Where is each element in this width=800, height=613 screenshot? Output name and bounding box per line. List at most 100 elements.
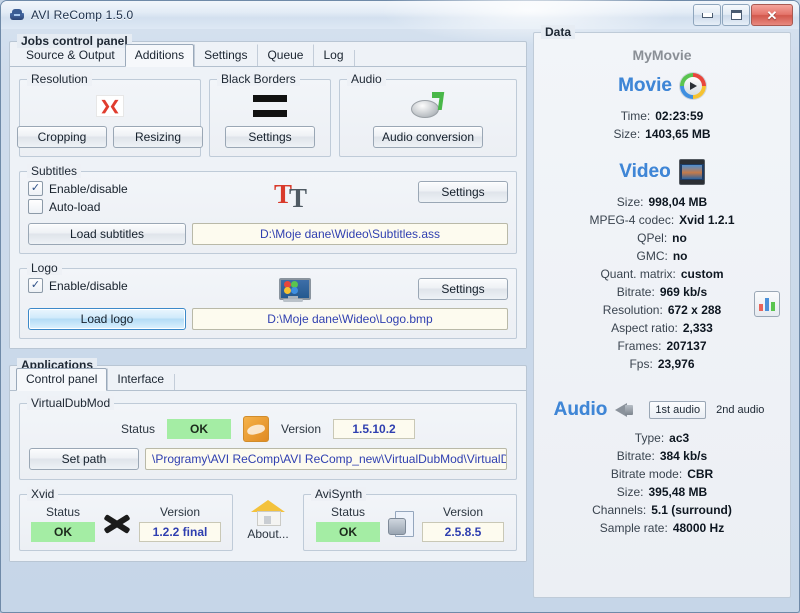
home-icon	[251, 498, 285, 526]
black-bars-icon	[253, 95, 287, 117]
minimize-icon	[702, 13, 713, 18]
logo-group: Logo ✓ Enable/disable	[19, 268, 517, 339]
about-button[interactable]: About...	[233, 494, 303, 541]
checkbox-box: ✓	[28, 181, 43, 196]
logo-settings-button[interactable]: Settings	[418, 278, 508, 300]
subtitles-icon-slot: TT	[178, 181, 408, 211]
video-frames-value: 207137	[666, 337, 706, 355]
checkbox-box: ✓	[28, 278, 43, 293]
audio-icon-slot	[340, 86, 516, 126]
about-label: About...	[247, 527, 288, 541]
subtitles-legend: Subtitles	[27, 164, 81, 178]
virtualdubmod-status-label: Status	[121, 422, 155, 436]
logo-checkboxes: ✓ Enable/disable	[28, 278, 178, 296]
movie-time-value: 02:23:59	[655, 107, 703, 125]
subtitles-group: Subtitles ✓ Enable/disable Auto-load	[19, 171, 517, 254]
audio-size-value: 395,48 MB	[648, 483, 707, 501]
subtitles-path-field[interactable]: D:\Moje dane\Wideo\Subtitles.ass	[192, 223, 508, 245]
movie-row-size: Size: 1403,65 MB	[542, 125, 782, 143]
avirecomp-icon	[9, 7, 25, 23]
tab-queue[interactable]: Queue	[257, 44, 313, 66]
jobs-tab-bar: Source & Output Additions Settings Queue…	[10, 42, 526, 66]
virtualdubmod-legend: VirtualDubMod	[27, 396, 114, 410]
applications-tab-bar: Control panel Interface	[10, 366, 526, 390]
applications-panel: Applications Control panel Interface Vir…	[9, 365, 527, 562]
jobs-control-panel: Jobs control panel Source & Output Addit…	[9, 41, 527, 349]
video-aspect-value: 2,333	[683, 319, 713, 337]
application-window: AVI ReComp 1.5.0 ✕ Jobs control panel So…	[0, 0, 800, 613]
logo-legend: Logo	[27, 261, 62, 275]
black-borders-icon-slot	[210, 86, 330, 126]
maximize-button[interactable]	[722, 4, 750, 26]
movie-size-value: 1403,65 MB	[645, 125, 710, 143]
maximize-icon	[731, 10, 742, 20]
resolution-buttons: Cropping Resizing	[20, 126, 200, 148]
audio-row-size: Size: 395,48 MB	[542, 483, 782, 501]
movie-section-title: Movie	[618, 75, 672, 97]
black-borders-buttons: Settings	[210, 126, 330, 148]
subtitles-enable-checkbox[interactable]: ✓ Enable/disable	[28, 181, 178, 196]
movie-row-time: Time: 02:23:59	[542, 107, 782, 125]
additions-top-row: Resolution ❯ ❮ Cropping Resizing	[19, 79, 517, 157]
audio-section-title: Audio	[554, 399, 608, 421]
subtitles-settings-button[interactable]: Settings	[418, 181, 508, 203]
logo-settings-slot: Settings	[408, 278, 508, 300]
tab-source-output[interactable]: Source & Output	[16, 44, 125, 66]
audio-disc-note-icon	[411, 92, 445, 120]
black-borders-legend: Black Borders	[217, 72, 300, 86]
subtitles-settings-slot: Settings	[408, 181, 508, 203]
tab-interface[interactable]: Interface	[107, 368, 174, 390]
virtualdubmod-version-value: 1.5.10.2	[333, 419, 415, 439]
audio-row-channels: Channels: 5.1 (surround)	[542, 501, 782, 519]
avisynth-version-label: Version	[443, 505, 483, 519]
tab-first-audio[interactable]: 1st audio	[649, 401, 706, 419]
virtualdubmod-path-field[interactable]: \Programy\AVI ReComp\AVI ReComp_new\Virt…	[145, 448, 507, 470]
avisynth-version-value: 2.5.8.5	[422, 522, 504, 542]
logo-path-row: Load logo D:\Moje dane\Wideo\Logo.bmp	[28, 308, 508, 330]
avisynth-status-row: Status OK Version 2.5.8.5	[312, 505, 508, 542]
logo-path-field[interactable]: D:\Moje dane\Wideo\Logo.bmp	[192, 308, 508, 330]
subtitle-tt-icon: TT	[274, 181, 312, 211]
set-path-button[interactable]: Set path	[29, 448, 139, 470]
audio-row-sample-rate: Sample rate: 48000 Hz	[542, 519, 782, 537]
video-row-aspect-ratio: Aspect ratio: 2,333	[542, 319, 782, 337]
logo-icon-slot	[178, 278, 408, 302]
subtitles-autoload-checkbox[interactable]: Auto-load	[28, 199, 178, 214]
resolution-icon-slot: ❯ ❮	[20, 86, 200, 126]
video-size-key: Size:	[617, 193, 644, 211]
cropping-button[interactable]: Cropping	[17, 126, 107, 148]
audio-sample-rate-key: Sample rate:	[600, 519, 668, 537]
video-frames-key: Frames:	[617, 337, 661, 355]
tab-additions[interactable]: Additions	[125, 44, 194, 67]
video-chart-button[interactable]	[754, 291, 780, 317]
black-borders-settings-button[interactable]: Settings	[225, 126, 315, 148]
audio-conversion-button[interactable]: Audio conversion	[373, 126, 483, 148]
tab-second-audio[interactable]: 2nd audio	[710, 401, 770, 419]
audio-stream-tabs: 1st audio 2nd audio	[649, 401, 770, 419]
window-title: AVI ReComp 1.5.0	[31, 8, 133, 22]
close-icon: ✕	[767, 9, 778, 22]
bar-chart-icon	[754, 291, 780, 317]
avisynth-group: AviSynth Status OK Version	[303, 494, 517, 551]
virtualdubmod-status-row: Status OK Version 1.5.10.2	[29, 416, 507, 442]
resizing-button[interactable]: Resizing	[113, 126, 203, 148]
xvid-version-value: 1.2.2 final	[139, 522, 221, 542]
tab-control-panel[interactable]: Control panel	[16, 368, 107, 391]
media-player-icon	[680, 73, 706, 99]
close-button[interactable]: ✕	[751, 4, 793, 26]
tab-settings[interactable]: Settings	[194, 44, 257, 66]
avisynth-status-label: Status	[331, 505, 365, 519]
tab-log[interactable]: Log	[313, 44, 353, 66]
logo-enable-checkbox[interactable]: ✓ Enable/disable	[28, 278, 178, 293]
tab-bar-filler	[354, 50, 520, 66]
load-logo-button[interactable]: Load logo	[28, 308, 186, 330]
audio-row-bitrate: Bitrate: 384 kb/s	[542, 447, 782, 465]
avisynth-status-col: Status OK	[316, 505, 380, 542]
data-panel: Data MyMovie Movie Time: 02:23:59 Size:	[533, 32, 791, 598]
subtitles-path-row: Load subtitles D:\Moje dane\Wideo\Subtit…	[28, 223, 508, 245]
audio-type-value: ac3	[669, 429, 689, 447]
audio-size-key: Size:	[617, 483, 644, 501]
minimize-button[interactable]	[693, 4, 721, 26]
load-subtitles-button[interactable]: Load subtitles	[28, 223, 186, 245]
video-qpel-key: QPel:	[637, 229, 667, 247]
